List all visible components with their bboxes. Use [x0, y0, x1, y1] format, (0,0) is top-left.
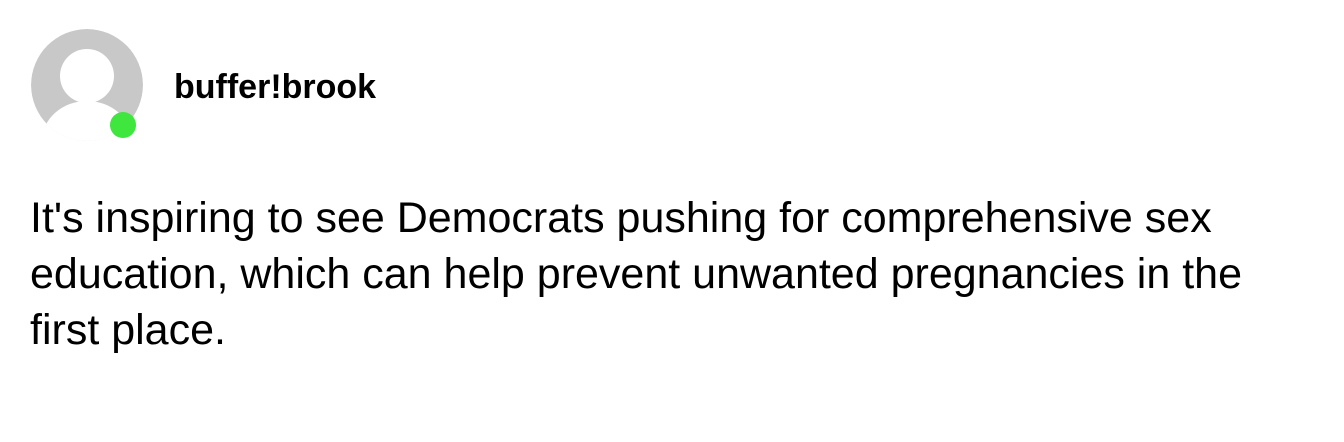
- online-status-indicator: [110, 112, 136, 138]
- post-author-username[interactable]: buffer!brook: [174, 68, 376, 106]
- avatar[interactable]: [30, 29, 144, 141]
- post-card: buffer!brook It's inspiring to see Democ…: [0, 0, 1344, 442]
- post-body-text: It's inspiring to see Democrats pushing …: [30, 194, 1242, 354]
